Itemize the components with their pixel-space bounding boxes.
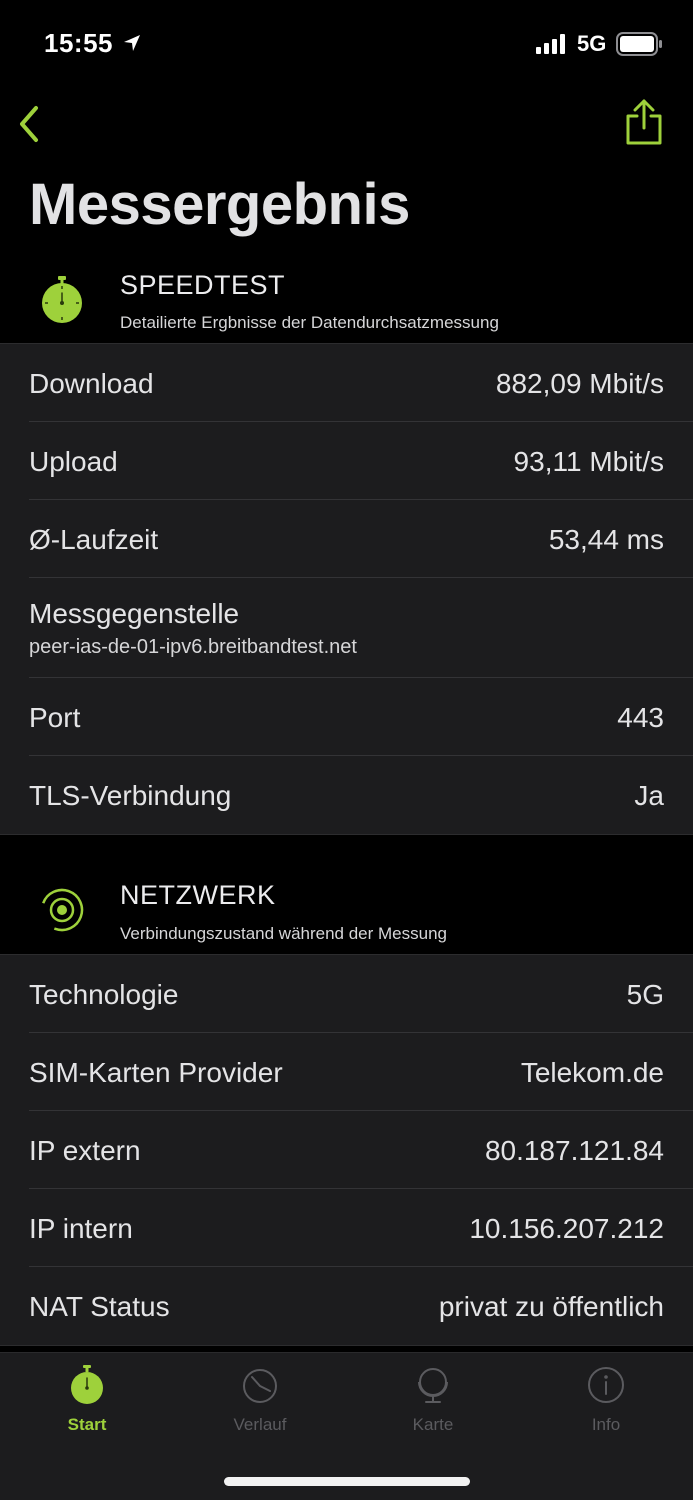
row-label: Technologie xyxy=(29,979,179,1010)
list-item-port: Port 443 xyxy=(29,678,693,756)
tab-label: Start xyxy=(67,1415,107,1434)
row-label: IP extern xyxy=(29,1135,141,1166)
row-value: 53,44 ms xyxy=(548,524,664,555)
list-item-server: Messgegenstelle peer-ias-de-01-ipv6.brei… xyxy=(29,578,693,678)
tab-info[interactable]: Info xyxy=(546,1365,666,1435)
tab-karte[interactable]: Karte xyxy=(373,1365,493,1435)
signal-icon xyxy=(536,34,565,54)
row-value: Ja xyxy=(634,780,664,811)
row-label: Upload xyxy=(29,446,118,477)
list-item-tls: TLS-Verbindung Ja xyxy=(29,756,693,834)
network-title: NETZWERK xyxy=(120,880,276,910)
row-value: 882,09 Mbit/s xyxy=(495,368,664,399)
row-label: SIM-Karten Provider xyxy=(29,1057,283,1088)
battery-icon xyxy=(616,32,662,56)
history-icon xyxy=(243,1369,277,1403)
stopwatch-icon xyxy=(71,1365,103,1404)
row-value: 5G xyxy=(626,979,664,1010)
row-value: Telekom.de xyxy=(520,1057,664,1088)
network-radar-icon xyxy=(40,888,84,932)
row-label: IP intern xyxy=(29,1213,133,1244)
globe-icon xyxy=(418,1368,448,1403)
row-value: 80.187.121.84 xyxy=(484,1135,664,1166)
speedtest-subtitle: Detailierte Ergbnisse der Datendurchsatz… xyxy=(120,313,499,332)
row-value: 93,11 Mbit/s xyxy=(513,446,664,477)
speedtest-results-list: Download 882,09 Mbit/s Upload 93,11 Mbit… xyxy=(0,343,693,835)
info-icon xyxy=(588,1367,624,1403)
row-label: Messgegenstelle xyxy=(29,598,240,629)
list-item-nat-status: NAT Status privat zu öffentlich xyxy=(29,1267,693,1345)
list-item-sim-provider: SIM-Karten Provider Telekom.de xyxy=(29,1033,693,1111)
back-button[interactable] xyxy=(14,104,44,144)
location-arrow-icon xyxy=(124,35,140,51)
list-item-technology: Technologie 5G xyxy=(29,955,693,1033)
row-value: 10.156.207.212 xyxy=(469,1213,664,1244)
list-item-upload: Upload 93,11 Mbit/s xyxy=(29,422,693,500)
tab-bar: Start Verlauf Karte Info xyxy=(0,1352,693,1500)
row-value: privat zu öffentlich xyxy=(438,1291,664,1322)
row-label: Download xyxy=(29,368,154,399)
status-bar: 15:55 5G xyxy=(0,0,693,90)
tab-verlauf[interactable]: Verlauf xyxy=(200,1365,320,1435)
chevron-left-icon xyxy=(20,106,38,142)
stopwatch-icon xyxy=(42,276,82,323)
speedtest-title: SPEEDTEST xyxy=(120,270,286,300)
list-item-ip-internal: IP intern 10.156.207.212 xyxy=(29,1189,693,1267)
page-title: Messergebnis xyxy=(29,172,410,237)
speedtest-section-header: SPEEDTEST Detailierte Ergbnisse der Date… xyxy=(0,258,693,344)
tab-label: Verlauf xyxy=(233,1415,287,1434)
row-label: Port xyxy=(29,702,81,733)
row-subvalue: peer-ias-de-01-ipv6.breitbandtest.net xyxy=(29,636,357,658)
row-label: NAT Status xyxy=(29,1291,170,1322)
status-time: 15:55 xyxy=(44,28,113,58)
share-button[interactable] xyxy=(624,98,664,146)
network-subtitle: Verbindungszustand während der Messung xyxy=(120,924,447,943)
tab-start[interactable]: Start xyxy=(27,1365,147,1435)
row-label: Ø-Laufzeit xyxy=(29,524,159,555)
list-item-ip-external: IP extern 80.187.121.84 xyxy=(29,1111,693,1189)
list-item-download: Download 882,09 Mbit/s xyxy=(29,344,693,422)
tab-label: Info xyxy=(591,1415,621,1434)
home-indicator[interactable] xyxy=(224,1477,470,1486)
share-icon xyxy=(626,99,662,145)
network-section-header: NETZWERK Verbindungszustand während der … xyxy=(0,868,693,954)
tab-label: Karte xyxy=(412,1415,454,1434)
network-results-list: Technologie 5G SIM-Karten Provider Telek… xyxy=(0,954,693,1346)
list-item-latency: Ø-Laufzeit 53,44 ms xyxy=(29,500,693,578)
network-type-label: 5G xyxy=(577,31,607,56)
row-value: 443 xyxy=(617,702,664,733)
row-label: TLS-Verbindung xyxy=(29,780,232,811)
